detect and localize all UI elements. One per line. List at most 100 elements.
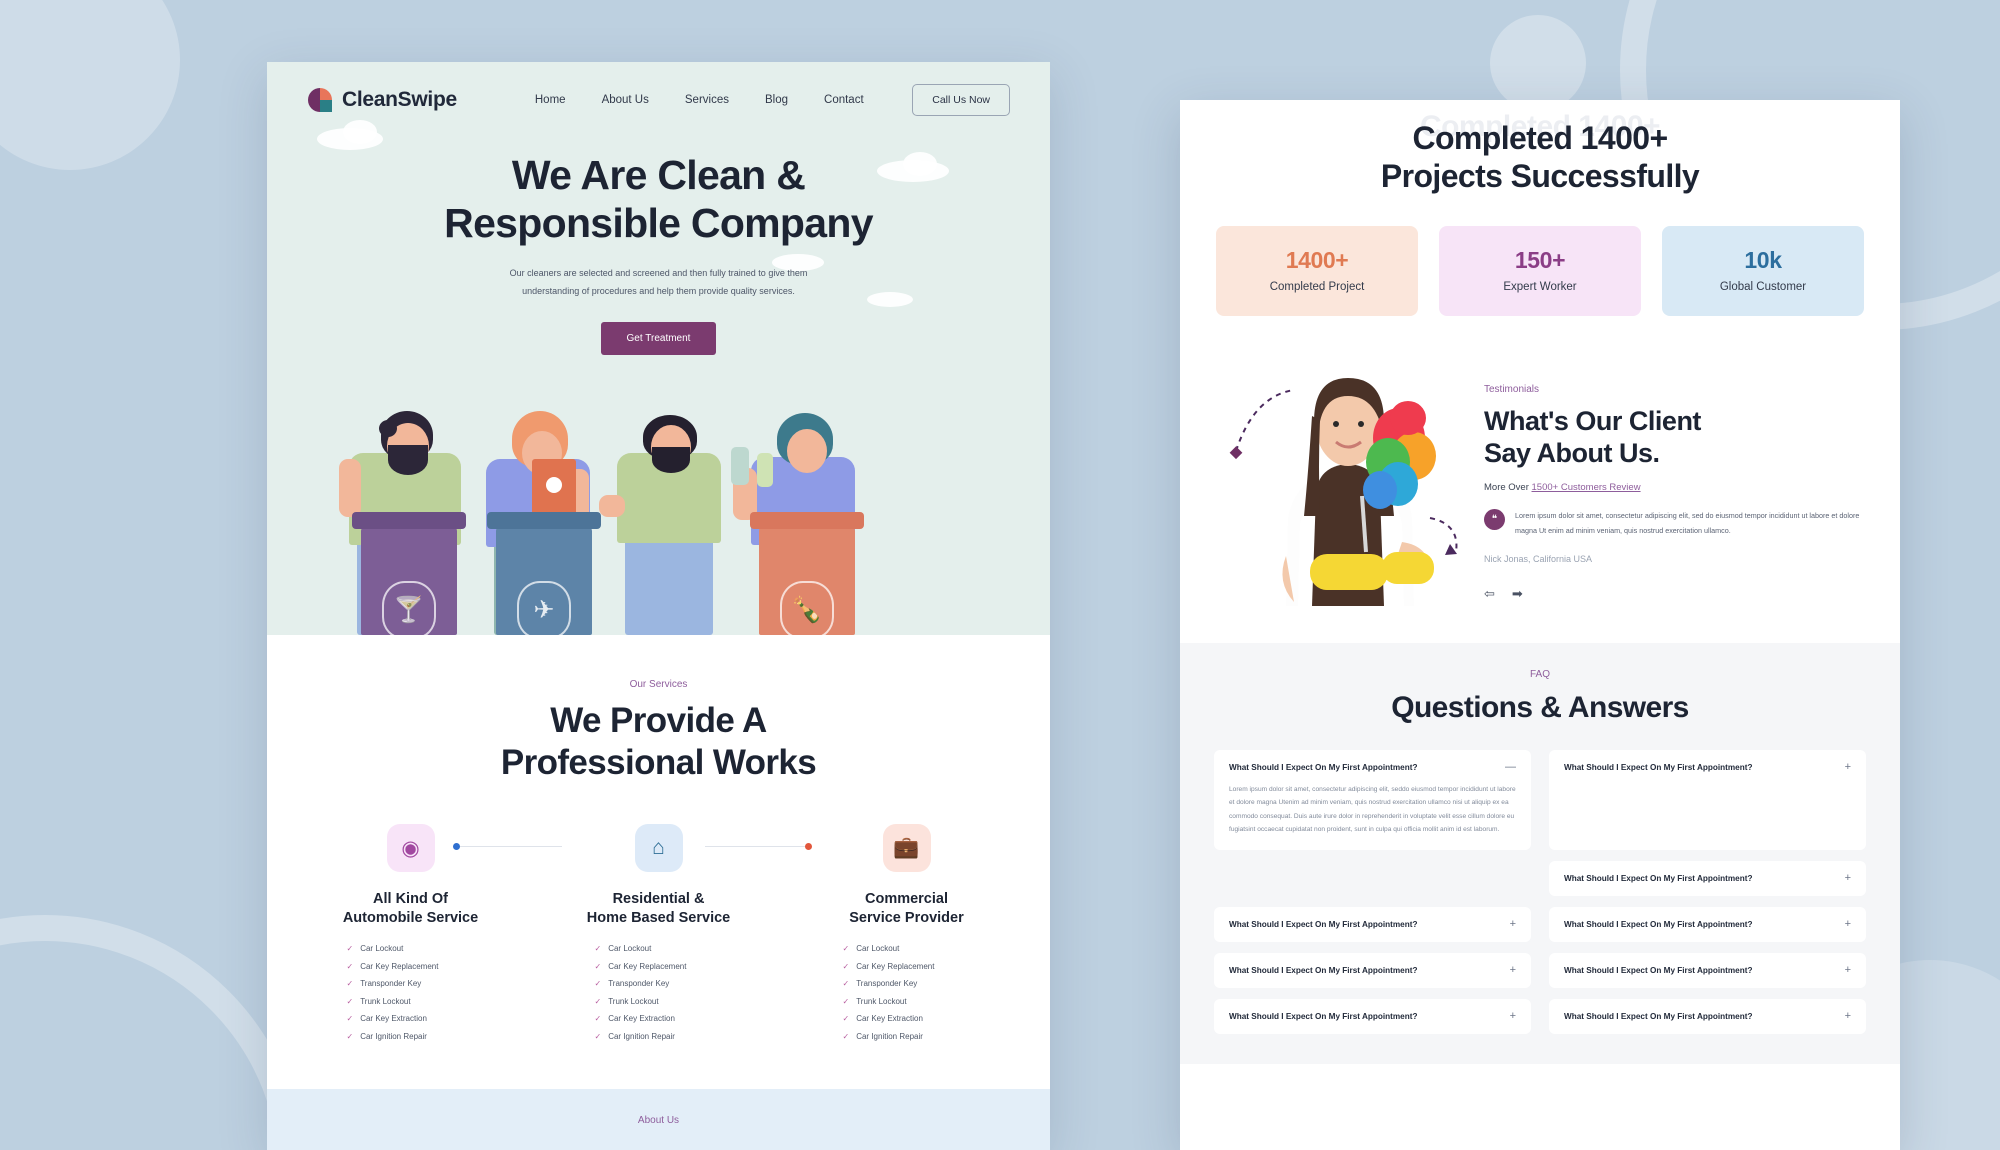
plus-icon[interactable]: + bbox=[1845, 761, 1851, 772]
faq-question-row[interactable]: What Should I Expect On My First Appoint… bbox=[1229, 918, 1516, 929]
check-icon: ✓ bbox=[594, 996, 602, 1006]
hero-content: We Are Clean & Responsible Company Our c… bbox=[267, 116, 1050, 356]
connector-dot-1 bbox=[452, 843, 460, 850]
call-us-now-button[interactable]: Call Us Now bbox=[912, 84, 1010, 116]
check-icon: ✓ bbox=[594, 961, 602, 971]
stats-row: 1400+ Completed Project 150+ Expert Work… bbox=[1216, 225, 1864, 316]
paper-symbol-icon: ✈ bbox=[517, 581, 571, 639]
faq-item[interactable]: What Should I Expect On My First Appoint… bbox=[1549, 952, 1866, 988]
service-feature-list: ✓ Car Lockout ✓ Car Key Replacement ✓ Trans… bbox=[595, 944, 757, 1041]
faq-item[interactable]: What Should I Expect On My First Appoint… bbox=[1214, 906, 1531, 942]
faq-question: What Should I Expect On My First Appoint… bbox=[1564, 762, 1753, 772]
faq-question-row[interactable]: What Should I Expect On My First Appoint… bbox=[1564, 964, 1851, 975]
plus-icon[interactable]: + bbox=[1845, 964, 1851, 975]
stat-card-expert-worker: 150+ Expert Worker bbox=[1439, 225, 1641, 316]
faq-question-row[interactable]: What Should I Expect On My First Appoint… bbox=[1564, 1010, 1851, 1021]
service-title-line2: Automobile Service bbox=[342, 910, 479, 927]
faq-item[interactable]: What Should I Expect On My First Appoint… bbox=[1214, 998, 1531, 1034]
worker-2: ✈ bbox=[472, 400, 622, 639]
list-item: ✓ Trunk Lockout bbox=[594, 996, 659, 1006]
more-over-text: More Over 1500+ Customers Review bbox=[1484, 482, 1864, 493]
faq-question-row[interactable]: What Should I Expect On My First Appoint… bbox=[1229, 964, 1516, 975]
plus-icon[interactable]: + bbox=[1845, 1010, 1851, 1021]
testimonial-quote-row: ❝ Lorem ipsum dolor sit amet, consectetu… bbox=[1484, 509, 1864, 538]
deco-blob-topleft bbox=[0, 0, 180, 170]
list-item: ✓ Car Lockout bbox=[346, 944, 404, 954]
arrow-right-icon[interactable]: ➡ bbox=[1512, 586, 1523, 602]
faq-item[interactable]: What Should I Expect On My First Appoint… bbox=[1549, 998, 1866, 1034]
service-title: All Kind Of Automobile Service bbox=[313, 890, 509, 928]
plus-icon[interactable]: + bbox=[1510, 918, 1516, 929]
stat-value: 10k bbox=[1744, 246, 1782, 273]
connector-line-1 bbox=[456, 846, 562, 847]
faq-item[interactable]: What Should I Expect On My First Appoint… bbox=[1549, 749, 1866, 850]
faq-title: Questions & Answers bbox=[1391, 690, 1689, 724]
faq-item[interactable]: What Should I Expect On My First Appoint… bbox=[1549, 906, 1866, 942]
plus-icon[interactable]: + bbox=[1510, 964, 1516, 975]
service-card-residential[interactable]: ⌂ Residential & Home Based Service ✓ Car … bbox=[561, 824, 812, 1049]
service-card-commercial[interactable]: 💼 Commercial Service Provider ✓ Car Locko… bbox=[809, 824, 1005, 1049]
faq-question-row[interactable]: What Should I Expect On My First Appoint… bbox=[1229, 1010, 1516, 1021]
check-icon: ✓ bbox=[346, 996, 354, 1006]
faq-question-row[interactable]: What Should I Expect On My First Appoint… bbox=[1229, 761, 1516, 772]
nav-links: Home About Us Services Blog Contact bbox=[535, 94, 864, 106]
service-title-line2: Home Based Service bbox=[586, 910, 731, 927]
logo-icon bbox=[307, 87, 333, 113]
get-treatment-button[interactable]: Get Treatment bbox=[600, 322, 717, 356]
nav-item-contact[interactable]: Contact bbox=[824, 94, 864, 106]
hero-illustration: 🍸 ✈ 🍾 bbox=[267, 390, 1050, 639]
services-title-line2: Professional Works bbox=[500, 743, 817, 782]
hero-subtitle: Our cleaners are selected and screened a… bbox=[509, 268, 808, 297]
faq-question-row[interactable]: What Should I Expect On My First Appoint… bbox=[1564, 918, 1851, 929]
check-icon: ✓ bbox=[346, 944, 354, 954]
stat-value: 1400+ bbox=[1285, 246, 1349, 273]
plus-icon[interactable]: + bbox=[1845, 918, 1851, 929]
plus-icon[interactable]: + bbox=[1845, 872, 1851, 883]
stats-heading-line2: Projects Successfully bbox=[1380, 157, 1700, 194]
testimonial-content: Testimonials What's Our Client Say About… bbox=[1484, 356, 1864, 621]
customers-review-link[interactable]: 1500+ Customers Review bbox=[1532, 482, 1641, 493]
testimonial-quote: Lorem ipsum dolor sit amet, consectetur … bbox=[1515, 511, 1860, 535]
faq-question: What Should I Expect On My First Appoint… bbox=[1229, 965, 1418, 975]
minus-icon[interactable]: — bbox=[1505, 761, 1516, 772]
faq-question: What Should I Expect On My First Appoint… bbox=[1564, 1011, 1753, 1021]
list-item: ✓ Car Lockout bbox=[842, 944, 900, 954]
list-item: ✓ Car Ignition Repair bbox=[346, 1031, 427, 1041]
nav-item-about[interactable]: About Us bbox=[602, 94, 649, 106]
more-over-prefix: More Over bbox=[1484, 482, 1532, 494]
nav-item-home[interactable]: Home bbox=[535, 94, 566, 106]
faq-section: FAQ Questions & Answers What Should I Ex… bbox=[1180, 642, 1900, 1064]
testimonials-eyebrow: Testimonials bbox=[1484, 383, 1540, 395]
faq-item[interactable]: What Should I Expect On My First Appoint… bbox=[1214, 952, 1531, 988]
faq-item[interactable]: What Should I Expect On My First Appoint… bbox=[1549, 860, 1866, 896]
faq-question: What Should I Expect On My First Appoint… bbox=[1564, 965, 1753, 975]
bottle-symbol-icon: 🍾 bbox=[780, 581, 834, 639]
check-icon: ✓ bbox=[594, 944, 602, 954]
faq-question-row[interactable]: What Should I Expect On My First Appoint… bbox=[1564, 761, 1851, 772]
bin-paper: ✈ bbox=[487, 512, 601, 639]
service-title: Commercial Service Provider bbox=[809, 890, 1005, 928]
list-item: ✓ Trunk Lockout bbox=[842, 996, 907, 1006]
check-icon: ✓ bbox=[842, 1031, 850, 1041]
glass-symbol-icon: 🍸 bbox=[382, 581, 436, 639]
services-grid: ◉ All Kind Of Automobile Service ✓ Car Lo… bbox=[267, 824, 1050, 1049]
faq-answer: Lorem ipsum dolor sit amet, consectetur … bbox=[1229, 785, 1516, 834]
check-icon: ✓ bbox=[842, 944, 850, 954]
plus-icon[interactable]: + bbox=[1510, 1010, 1516, 1021]
service-title-line1: All Kind Of bbox=[373, 891, 448, 907]
list-item: ✓ Trunk Lockout bbox=[346, 996, 411, 1006]
hero-title: We Are Clean & Responsible Company bbox=[267, 152, 1050, 247]
stat-card-global-customer: 10k Global Customer bbox=[1662, 225, 1864, 316]
nav-item-blog[interactable]: Blog bbox=[765, 94, 788, 106]
nav-item-services[interactable]: Services bbox=[685, 94, 729, 106]
check-icon: ✓ bbox=[842, 961, 850, 971]
check-icon: ✓ bbox=[346, 961, 354, 971]
testimonial-nav: ⇦ ➡ bbox=[1484, 586, 1864, 602]
quote-icon: ❝ bbox=[1484, 509, 1505, 531]
faq-question-row[interactable]: What Should I Expect On My First Appoint… bbox=[1564, 872, 1851, 883]
stat-label: Expert Worker bbox=[1503, 280, 1577, 293]
arrow-left-icon[interactable]: ⇦ bbox=[1484, 586, 1495, 602]
service-card-automobile[interactable]: ◉ All Kind Of Automobile Service ✓ Car Lo… bbox=[313, 824, 562, 1049]
faq-item-open[interactable]: What Should I Expect On My First Appoint… bbox=[1214, 749, 1531, 850]
brand-logo[interactable]: CleanSwipe bbox=[307, 87, 457, 113]
